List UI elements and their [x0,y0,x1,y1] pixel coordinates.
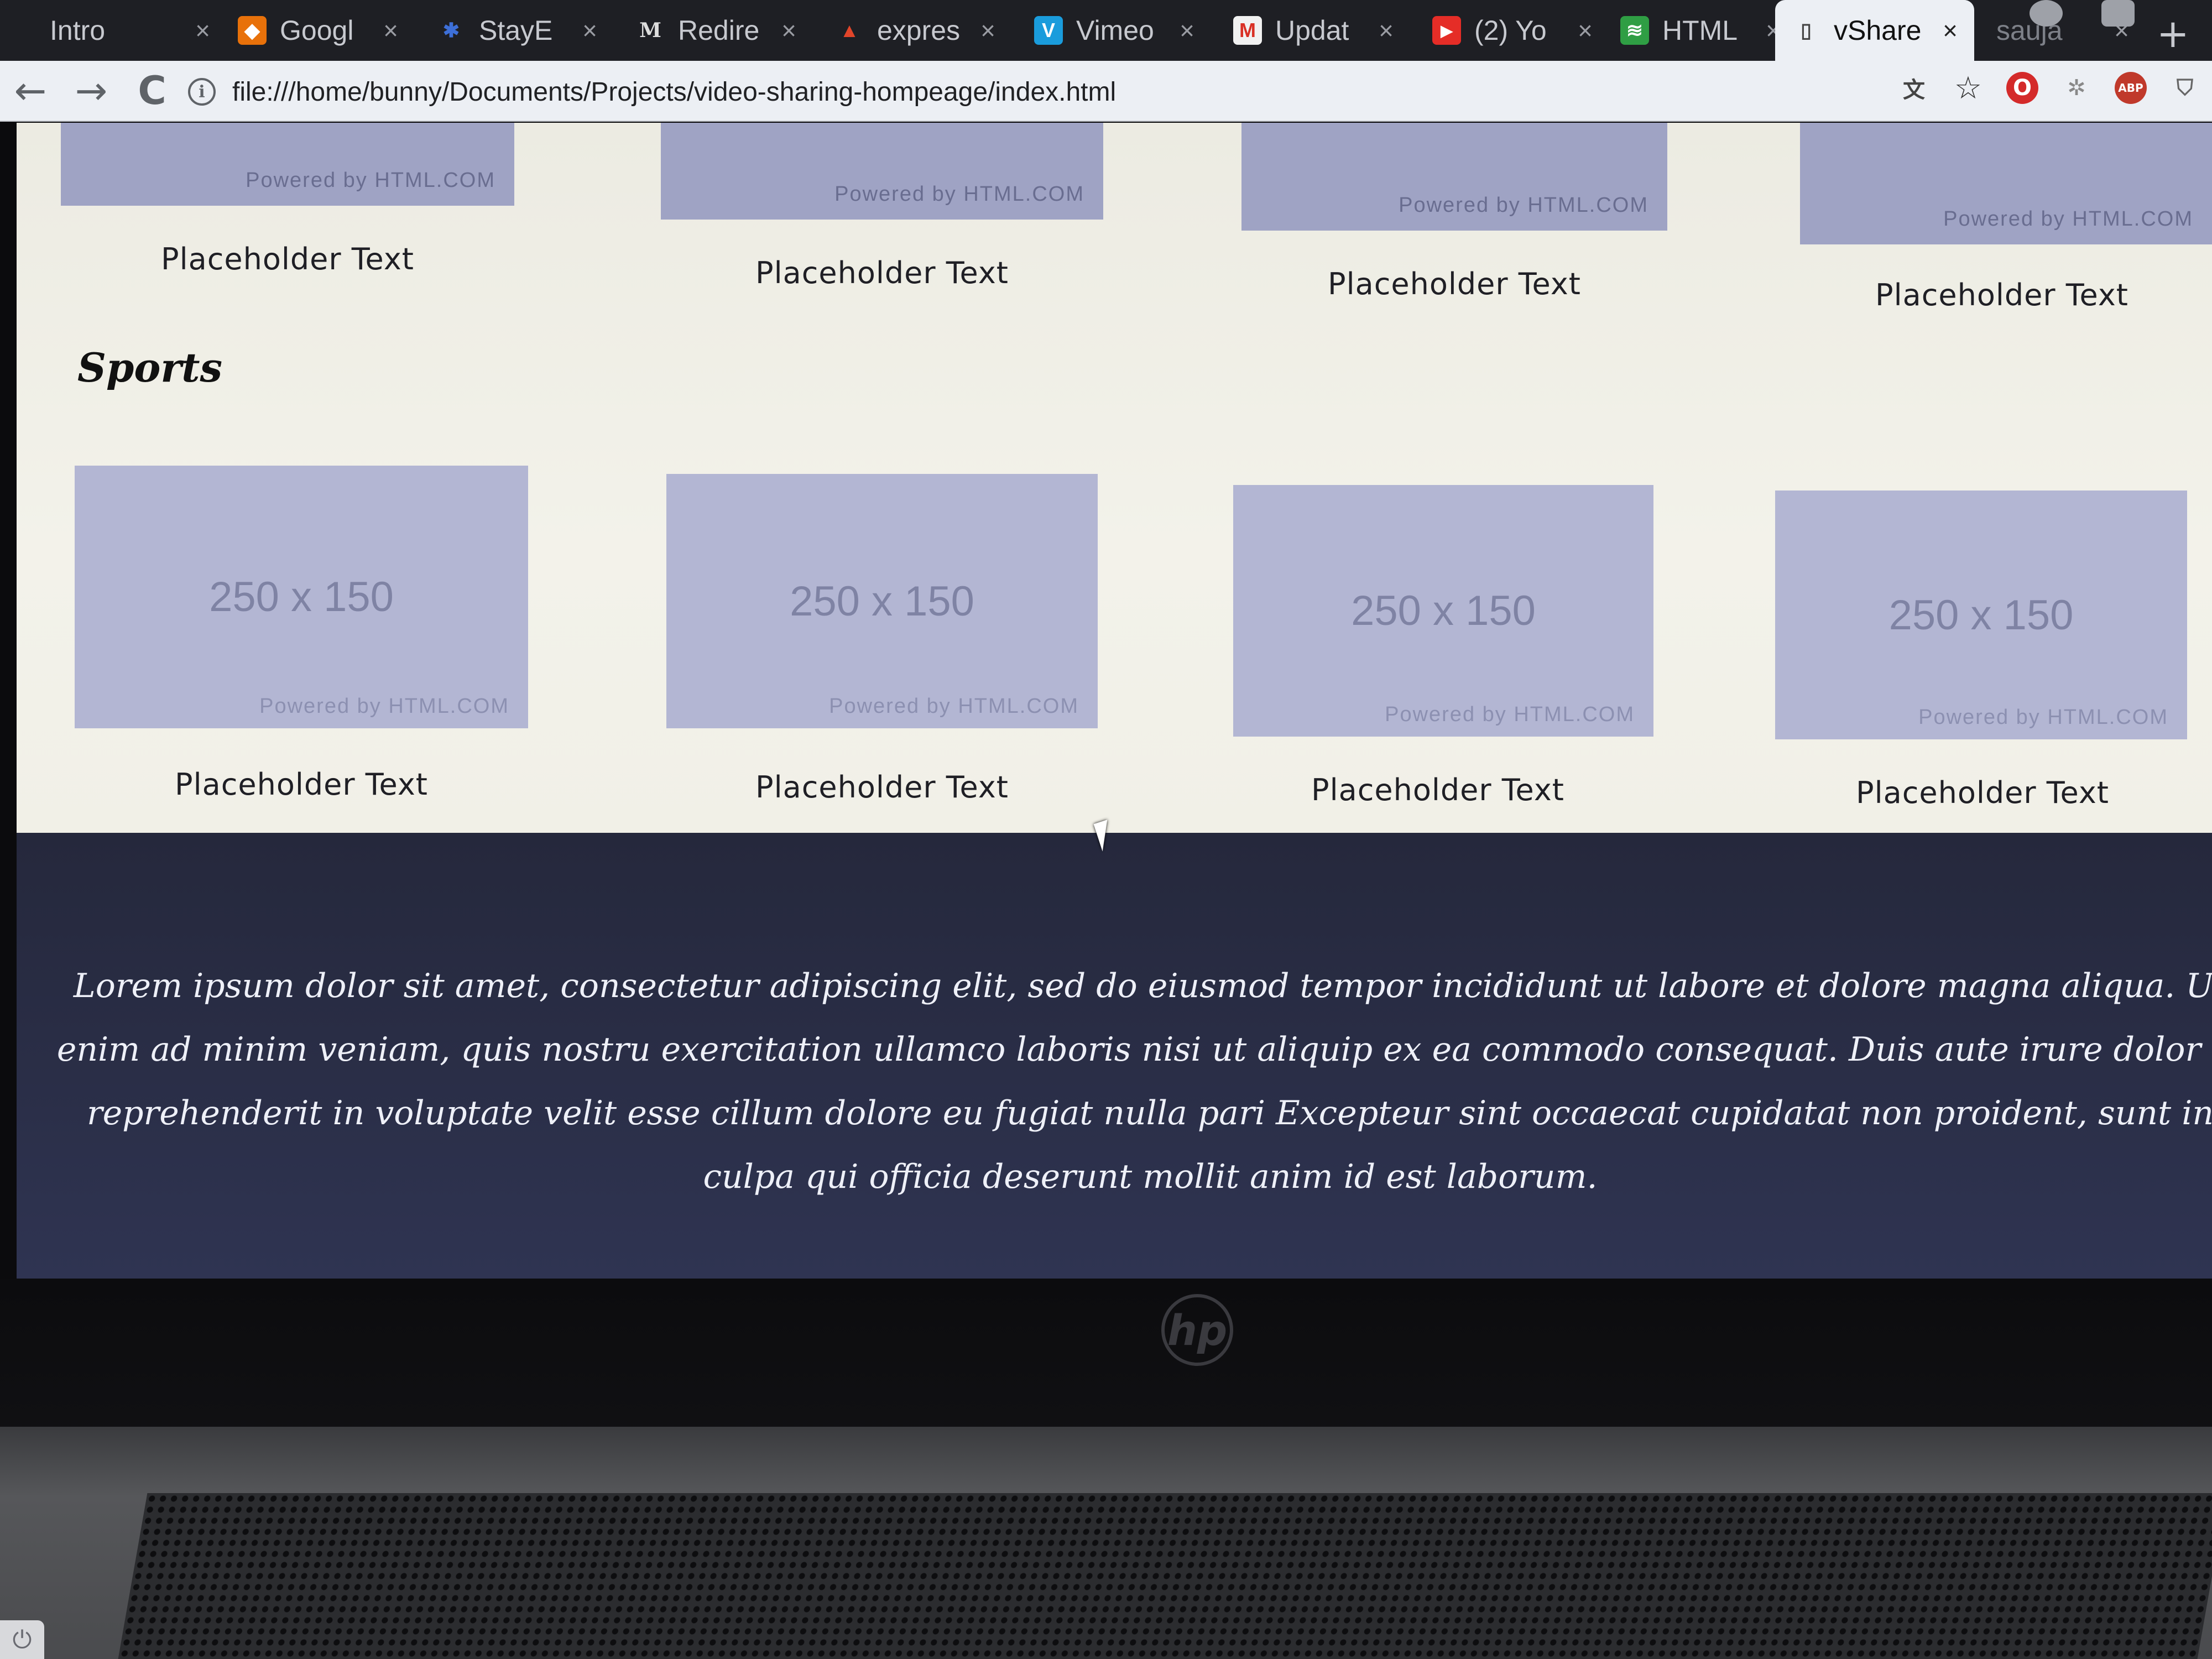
tab-express[interactable]: ▲ expres × [818,0,1012,61]
powered-by-label: Powered by HTML.COM [246,169,495,192]
video-thumbnail[interactable]: Powered by HTML.COM [1241,123,1667,231]
video-thumbnail[interactable]: Powered by HTML.COM [1800,123,2212,244]
close-icon[interactable]: × [980,15,995,45]
video-caption[interactable]: Placeholder Text [1233,267,1676,301]
tab-redirect[interactable]: M Redire × [619,0,813,61]
thumbnail-dimensions: 250 x 150 [1888,591,2074,639]
video-thumbnail[interactable]: 250 x 150 Powered by HTML.COM [75,466,528,728]
power-icon: ⏻ [0,1620,44,1659]
powered-by-label: Powered by HTML.COM [829,695,1079,718]
tab-youtube[interactable]: ▶ (2) Yo × [1416,0,1609,61]
tab-title: Redire [678,15,760,46]
new-tab-button[interactable]: + [2157,11,2189,56]
tab-title: HTML [1662,15,1738,46]
video-thumbnail[interactable]: Powered by HTML.COM [661,123,1103,220]
tab-title: StayE [479,15,553,46]
back-button[interactable]: ← [0,60,61,121]
section-title: Sports [77,344,223,391]
medium-favicon-icon: M [639,19,661,42]
stackoverflow-favicon-icon: ▲ [839,19,859,41]
tab-title: Intro [50,15,106,46]
footer-text: Lorem ipsum dolor sit amet, consectetur … [56,967,2212,1196]
extension-area: 文 ☆ O ✲ ABP ⛉ [1898,70,2201,106]
settings-extension-icon[interactable]: ✲ [2060,72,2093,104]
tab-staye[interactable]: ✱ StayE × [420,0,614,61]
powered-by-label: Powered by HTML.COM [1399,194,1648,217]
document-icon: ▯ [1801,19,1812,41]
close-icon[interactable]: × [1180,15,1194,45]
video-caption[interactable]: Placeholder Text [1781,278,2212,312]
address-text: file:///home/bunny/Documents/Projects/vi… [232,77,1117,107]
video-caption[interactable]: Placeholder Text [1761,775,2204,810]
translate-icon[interactable]: 文 [1898,72,1930,104]
thumbnail-dimensions: 250 x 150 [209,573,394,620]
tab-google[interactable]: ◆ Googl × [221,0,415,61]
tab-title: Updat [1275,15,1349,46]
tab-intro[interactable]: Intro × [33,0,227,61]
reload-button[interactable]: C [122,60,182,121]
tab-vimeo[interactable]: V Vimeo × [1018,0,1211,61]
video-caption[interactable]: Placeholder Text [1217,773,1659,807]
video-thumbnail[interactable]: 250 x 150 Powered by HTML.COM [1233,485,1653,737]
video-thumbnail[interactable]: 250 x 150 Powered by HTML.COM [1775,491,2187,739]
youtube-favicon-icon: ▶ [1432,16,1461,45]
shield-icon[interactable]: ⛉ [2169,72,2201,104]
gmail-favicon-icon: M [1233,16,1262,45]
close-icon[interactable]: × [1379,15,1394,45]
powered-by-label: Powered by HTML.COM [1918,706,2168,729]
video-caption[interactable]: Placeholder Text [66,242,509,276]
profile-icon[interactable] [2030,0,2063,27]
powered-by-label: Powered by HTML.COM [834,182,1084,206]
tab-strip: Intro × ◆ Googl × ✱ StayE × M Redire × ▲… [0,0,2212,61]
google-favicon-icon: ◆ [238,16,267,45]
close-icon[interactable]: × [195,15,210,45]
video-caption[interactable]: Placeholder Text [661,255,1103,290]
speaker-grille [118,1493,2212,1659]
forward-button[interactable]: → [61,60,122,121]
hp-logo: hp [1161,1294,1233,1366]
html-favicon-icon: ≋ [1620,16,1649,45]
close-icon[interactable]: × [582,15,597,45]
thumbnail-dimensions: 250 x 150 [1351,587,1536,634]
video-caption[interactable]: Placeholder Text [80,767,523,802]
video-caption[interactable]: Placeholder Text [661,770,1103,805]
tab-title: (2) Yo [1474,15,1547,46]
thumbnail-dimensions: 250 x 150 [790,577,974,625]
tab-title: vShare [1834,15,1922,46]
tab-html[interactable]: ≋ HTML × [1604,0,1797,61]
tab-vshare[interactable]: ▯ vShare × [1775,0,1974,61]
powered-by-label: Powered by HTML.COM [1385,703,1635,726]
browser-toolbar: ← → C i file:///home/bunny/Documents/Pro… [0,61,2212,122]
window-menu-icon[interactable] [2101,0,2135,27]
adblock-icon[interactable]: ABP [2115,72,2147,104]
tab-title: Vimeo [1076,15,1154,46]
address-bar[interactable]: i file:///home/bunny/Documents/Projects/… [188,70,1847,114]
info-icon[interactable]: i [188,78,216,106]
close-icon[interactable]: × [383,15,398,45]
close-icon[interactable]: × [781,15,796,45]
video-thumbnail[interactable]: Powered by HTML.COM [61,123,514,206]
tab-gmail[interactable]: M Updat × [1217,0,1410,61]
opera-icon[interactable]: O [2006,72,2038,104]
powered-by-label: Powered by HTML.COM [259,695,509,718]
video-thumbnail[interactable]: 250 x 150 Powered by HTML.COM [666,474,1098,728]
video-grid-area: Powered by HTML.COM Placeholder Text Pow… [17,123,2212,833]
tab-title: Googl [280,15,354,46]
powered-by-label: Powered by HTML.COM [1943,207,2193,231]
staye-favicon-icon: ✱ [442,19,460,41]
page-footer: Lorem ipsum dolor sit amet, consectetur … [17,833,2212,1279]
star-icon[interactable]: ☆ [1952,70,1984,106]
tab-title: expres [877,15,961,46]
page-viewport: Powered by HTML.COM Placeholder Text Pow… [17,123,2212,1279]
vimeo-favicon-icon: V [1034,16,1063,45]
close-icon[interactable]: × [1943,15,1958,45]
close-icon[interactable]: × [1578,15,1593,45]
